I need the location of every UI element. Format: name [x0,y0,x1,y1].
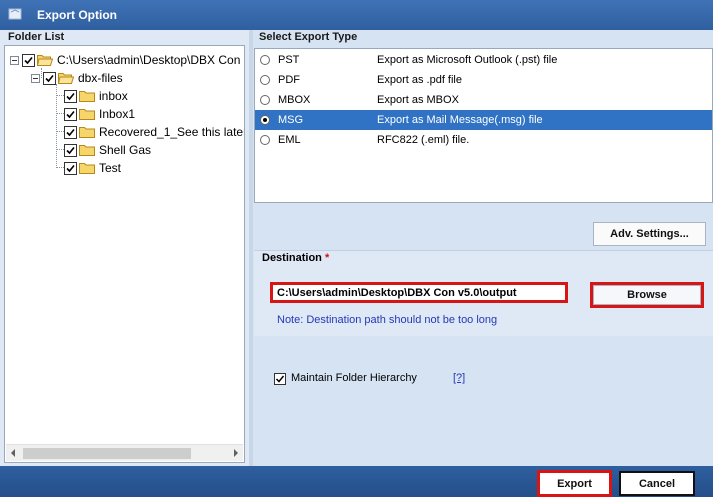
export-button-face[interactable]: Export [540,473,609,494]
folder-icon [79,109,95,120]
scroll-right-icon[interactable] [234,449,238,457]
tree-node-inbox[interactable]: inbox [64,88,128,104]
tree-node-label: dbx-files [78,71,123,85]
tree-node-dbx-files[interactable]: dbx-files [31,70,123,86]
folder-icon [79,145,95,156]
tree-connector [56,84,57,168]
scrollbar-thumb[interactable] [23,448,191,459]
tree-node-inbox1[interactable]: Inbox1 [64,106,135,122]
collapse-icon[interactable] [31,73,40,83]
tree-node-label: Recovered_1_See this later [99,125,245,139]
tree-node-shell-gas[interactable]: Shell Gas [64,142,151,158]
mbox-radio[interactable] [260,95,270,105]
tree-node-label: Shell Gas [99,143,152,157]
browse-button[interactable]: Browse [590,282,704,308]
eml-radio[interactable] [260,135,270,145]
window-title: Export Option [37,8,117,22]
tree-node-test[interactable]: Test [64,160,121,176]
open-folder-icon [37,55,53,66]
adv-settings-button[interactable]: Adv. Settings... [593,222,706,246]
inbox-checkbox[interactable] [64,89,77,103]
option-name: PDF [278,74,300,86]
panel-divider[interactable] [249,30,253,466]
cancel-button[interactable]: Cancel [619,471,695,496]
destination-label-text: Destination [262,252,322,264]
shell-gas-checkbox[interactable] [64,143,77,157]
option-description: RFC822 (.eml) file. [377,134,470,146]
folder-list-header: Folder List [8,31,65,43]
inbox1-checkbox[interactable] [64,107,77,121]
recovered-checkbox[interactable] [64,125,77,139]
tree-node-label: C:\Users\admin\Desktop\DBX Con [57,53,241,67]
option-description: Export as Mail Message(.msg) file [377,114,543,126]
option-name: PST [278,54,300,66]
option-name: MSG [278,114,304,126]
maintain-hierarchy-label[interactable]: Maintain Folder Hierarchy [291,372,417,384]
destination-note: Note: Destination path should not be too… [277,314,498,326]
scroll-left-icon[interactable] [11,449,15,457]
pdf-radio[interactable] [260,75,270,85]
title-bar: Export Option [0,0,713,30]
tree-node-label: Test [99,161,122,175]
export-type-list: PST Export as Microsoft Outlook (.pst) f… [254,48,713,203]
dbx-files-checkbox[interactable] [43,71,56,85]
folder-icon [79,127,95,138]
folder-icon [79,91,95,102]
tree-node-label: inbox [99,89,128,103]
folder-tree[interactable]: C:\Users\admin\Desktop\DBX Con dbx-files… [4,45,245,463]
export-option-mbox[interactable]: MBOX Export as MBOX [255,90,712,110]
msg-radio[interactable] [260,115,270,125]
option-name: MBOX [278,94,311,106]
help-link[interactable]: [?] [453,372,465,384]
app-icon [8,8,22,20]
export-option-msg[interactable]: MSG Export as Mail Message(.msg) file [255,110,712,130]
maintain-hierarchy-checkbox[interactable] [274,373,286,385]
destination-path-input[interactable]: C:\Users\admin\Desktop\DBX Con v5.0\outp… [270,282,568,303]
collapse-icon[interactable] [10,55,19,65]
tree-node-label: Inbox1 [99,107,136,121]
option-name: EML [278,134,301,146]
folder-icon [79,163,95,174]
export-button[interactable]: Export [537,470,612,497]
export-option-eml[interactable]: EML RFC822 (.eml) file. [255,130,712,150]
option-description: Export as MBOX [377,94,459,106]
pst-radio[interactable] [260,55,270,65]
tree-connector [56,149,64,150]
tree-connector [56,131,64,132]
cancel-button-face[interactable]: Cancel [621,473,693,494]
test-checkbox[interactable] [64,161,77,175]
root-checkbox[interactable] [22,53,35,67]
destination-label: Destination * [262,252,329,264]
tree-connector [56,167,64,168]
required-mark: * [324,252,330,264]
browse-button-face[interactable]: Browse [593,285,701,305]
tree-node-root[interactable]: C:\Users\admin\Desktop\DBX Con [10,52,240,68]
export-option-pst[interactable]: PST Export as Microsoft Outlook (.pst) f… [255,50,712,70]
tree-node-recovered[interactable]: Recovered_1_See this later [64,124,245,140]
open-folder-icon [58,73,74,84]
export-type-header: Select Export Type [259,31,358,43]
export-option-pdf[interactable]: PDF Export as .pdf file [255,70,712,90]
option-description: Export as .pdf file [377,74,462,86]
tree-connector [56,95,64,96]
horizontal-scrollbar[interactable] [6,444,243,461]
option-description: Export as Microsoft Outlook (.pst) file [377,54,558,66]
tree-connector [56,113,64,114]
